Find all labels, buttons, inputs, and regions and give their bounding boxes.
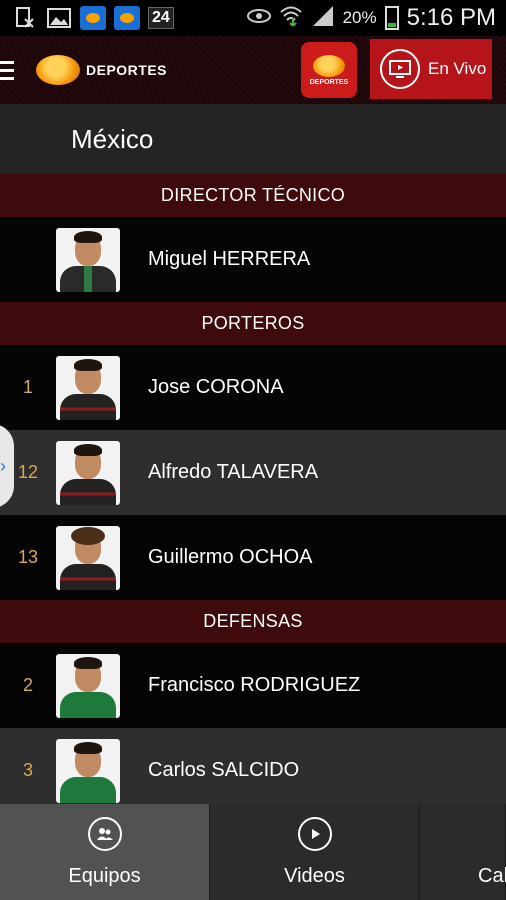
player-number: 3	[22, 760, 33, 780]
televisa-logo-icon	[313, 54, 345, 77]
notification-icons: 24	[0, 6, 174, 30]
battery-percent: 20%	[342, 8, 377, 27]
tab-label: Videos	[284, 864, 345, 887]
player-number: 2	[22, 675, 33, 695]
avatar	[56, 525, 120, 590]
wifi-icon	[279, 4, 303, 32]
list-item[interactable]: 13 Guillermo OCHOA	[0, 515, 506, 600]
app-header: DEPORTES DEPORTES En Vivo	[0, 36, 506, 104]
eye-icon	[246, 7, 271, 30]
side-drawer-handle[interactable]: ›	[0, 424, 14, 508]
televisa-logo-icon	[36, 55, 80, 85]
menu-icon[interactable]	[0, 60, 14, 80]
live-button[interactable]: En Vivo	[370, 39, 492, 99]
status-bar: 24 20% 5:16 PM	[0, 0, 506, 36]
avatar	[56, 355, 120, 420]
page-title: México	[71, 123, 154, 154]
player-number: 13	[17, 547, 39, 567]
tab-label: Cal	[478, 864, 506, 887]
avatar	[56, 653, 120, 718]
televisa-deportes-logo: DEPORTES	[36, 55, 167, 85]
deportes-button-label: DEPORTES	[309, 78, 349, 86]
player-name: Jose CORONA	[148, 376, 284, 398]
player-name: Miguel HERRERA	[148, 248, 311, 270]
clock: 5:16 PM	[406, 4, 496, 31]
list-item[interactable]: 3 Carlos SALCIDO	[0, 728, 506, 804]
battery-icon	[384, 6, 399, 30]
live-button-label: En Vivo	[428, 59, 487, 78]
list-item[interactable]: Miguel HERRERA	[0, 217, 506, 302]
player-number: 1	[22, 377, 33, 397]
list-item[interactable]: 2 Francisco RODRIGUEZ	[0, 643, 506, 728]
signal-icon	[311, 4, 335, 32]
roster-list[interactable]: DIRECTOR TÉCNICO Miguel HERRERA PORTEROS…	[0, 174, 506, 804]
televisa-app-icon	[114, 6, 140, 30]
player-name: Francisco RODRIGUEZ	[148, 674, 361, 696]
play-icon	[297, 816, 332, 851]
tv-icon	[380, 49, 420, 89]
avatar	[56, 738, 120, 803]
bx-icon	[12, 6, 38, 30]
section-header: DIRECTOR TÉCNICO	[0, 174, 506, 217]
logo-text: DEPORTES	[86, 62, 168, 78]
chevron-right-icon: ›	[0, 455, 6, 476]
system-status: 20% 5:16 PM	[246, 4, 506, 32]
section-header: DEFENSAS	[0, 600, 506, 643]
avatar	[56, 440, 120, 505]
player-name: Carlos SALCIDO	[148, 759, 300, 781]
teams-icon	[87, 816, 122, 851]
player-name: Alfredo TALAVERA	[148, 461, 319, 483]
avatar	[56, 227, 120, 292]
24-icon: 24	[148, 7, 174, 29]
tab-videos[interactable]: Videos	[210, 804, 420, 900]
tab-calendario[interactable]: Cal	[420, 804, 506, 900]
list-item[interactable]: 12 Alfredo TALAVERA	[0, 430, 506, 515]
page-title-bar: México	[0, 104, 506, 174]
televisa-app-icon	[80, 6, 106, 30]
gallery-icon	[46, 6, 72, 30]
list-item[interactable]: 1 Jose CORONA	[0, 345, 506, 430]
section-header: PORTEROS	[0, 302, 506, 345]
player-name: Guillermo OCHOA	[148, 546, 313, 568]
bottom-navigation: Equipos Videos Cal	[0, 804, 506, 900]
tab-label: Equipos	[68, 864, 141, 887]
tab-equipos[interactable]: Equipos	[0, 804, 210, 900]
deportes-button[interactable]: DEPORTES	[301, 42, 357, 98]
